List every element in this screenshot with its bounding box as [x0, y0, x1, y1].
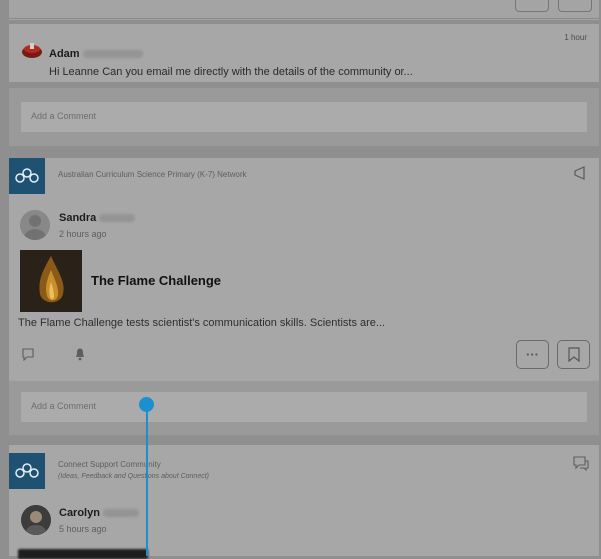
bell-icon[interactable] [74, 347, 86, 366]
network-name[interactable]: Australian Curriculum Science Primary (K… [58, 170, 247, 179]
pointer-indicator [146, 404, 148, 556]
bookmark-icon [568, 347, 580, 362]
author-first-name[interactable]: Sandra [59, 212, 96, 224]
blurred-surname [103, 509, 140, 518]
avatar-placeholder[interactable] [20, 210, 50, 240]
more-options-label: ··· [526, 347, 539, 362]
announcement-icon[interactable] [573, 166, 589, 185]
action-button-partial[interactable] [515, 0, 549, 12]
avatar[interactable] [21, 505, 51, 535]
post-excerpt[interactable]: The Flame Challenge tests scientist's co… [18, 317, 385, 329]
comment-icon[interactable] [21, 347, 35, 366]
comment-placeholder: Add a Comment [31, 111, 97, 121]
previous-post-footer [9, 0, 599, 20]
avatar [21, 40, 42, 60]
post-card-adam: Adam 1 hour Hi Leanne Can you email me d… [9, 24, 599, 82]
timestamp: 2 hours ago [59, 229, 107, 239]
network-subtitle: (Ideas, Feedback and Questions about Con… [58, 473, 209, 480]
post-message[interactable]: Hi Leanne Can you email me directly with… [49, 66, 413, 78]
timestamp: 1 hour [564, 33, 587, 42]
author-name[interactable]: Sandra [59, 212, 136, 224]
post-card-flame-challenge: Australian Curriculum Science Primary (K… [9, 158, 599, 381]
blurred-surname [99, 214, 136, 223]
network-icon[interactable] [9, 453, 45, 489]
bookmark-button[interactable] [557, 340, 590, 369]
post-title[interactable]: The Flame Challenge [91, 273, 221, 288]
network-icon[interactable] [9, 158, 45, 194]
comment-input[interactable]: Add a Comment [20, 101, 588, 133]
author-first-name[interactable]: Carolyn [59, 507, 100, 519]
discussion-icon[interactable] [573, 456, 589, 476]
author-name[interactable]: Carolyn [59, 507, 140, 519]
post-thumbnail[interactable] [20, 250, 82, 312]
timestamp: 5 hours ago [59, 524, 107, 534]
cut-off-title [18, 549, 148, 559]
author-name[interactable]: Adam [49, 48, 143, 60]
author-first-name[interactable]: Adam [49, 48, 80, 60]
blurred-surname [82, 50, 143, 59]
pointer-dot [139, 397, 154, 412]
post-card-support-community: Connect Support Community (Ideas, Feedba… [9, 445, 599, 559]
comment-input[interactable]: Add a Comment [20, 391, 588, 423]
action-button-partial[interactable] [558, 0, 592, 12]
more-options-button[interactable]: ··· [516, 340, 549, 369]
comment-placeholder: Add a Comment [31, 401, 97, 411]
